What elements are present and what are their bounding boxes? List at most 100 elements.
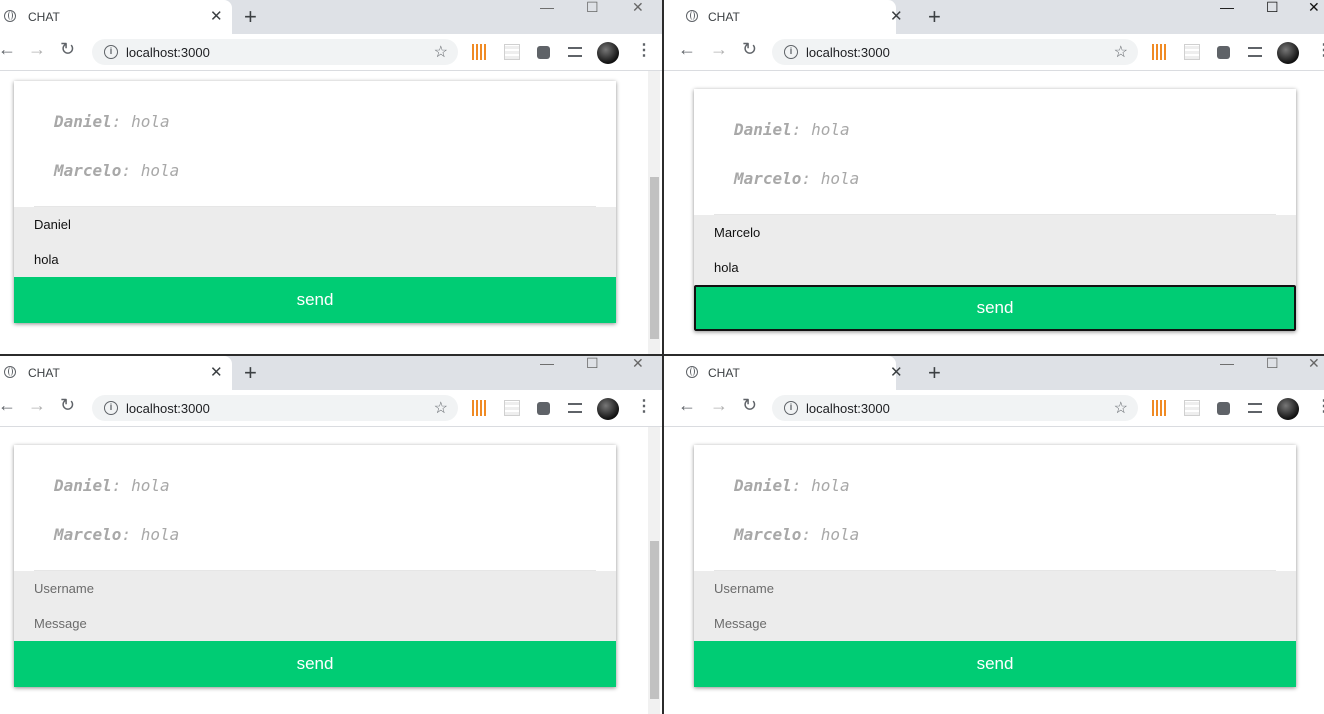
reading-list-icon[interactable]: [568, 47, 582, 57]
message-input[interactable]: hola: [14, 242, 616, 277]
reload-icon[interactable]: ↻: [742, 395, 757, 416]
reload-icon[interactable]: ↻: [60, 39, 75, 60]
avatar[interactable]: [1277, 398, 1299, 420]
username-input[interactable]: Marcelo: [694, 215, 1296, 250]
kebab-menu-icon[interactable]: ⋮: [1316, 396, 1324, 416]
tab-close-icon[interactable]: ✕: [210, 7, 223, 25]
kebab-menu-icon[interactable]: ⋮: [636, 40, 652, 60]
tab-chat[interactable]: CHAT ✕: [0, 0, 232, 34]
info-icon[interactable]: i: [784, 45, 798, 59]
forward-arrow-icon[interactable]: →: [28, 39, 46, 60]
address-bar[interactable]: i localhost:3000 ☆: [772, 39, 1138, 65]
maximize-button[interactable]: ☐: [1266, 356, 1279, 372]
scrollbar[interactable]: [648, 427, 660, 714]
message-input[interactable]: Message: [14, 606, 616, 641]
message-list: Daniel: hola Marcelo: hola: [694, 89, 1296, 215]
browser-toolbar: ← → ↻ i localhost:3000 ☆ ⋮: [664, 34, 1324, 71]
send-button[interactable]: send: [694, 285, 1296, 331]
window-close-button[interactable]: ✕: [632, 356, 644, 372]
extension-grid-icon[interactable]: [1184, 44, 1200, 60]
extensions-puzzle-icon[interactable]: [1217, 46, 1230, 59]
back-arrow-icon[interactable]: ←: [678, 395, 696, 416]
extensions-puzzle-icon[interactable]: [537, 46, 550, 59]
address-bar[interactable]: i localhost:3000 ☆: [772, 395, 1138, 421]
star-icon[interactable]: ☆: [434, 42, 448, 62]
info-icon[interactable]: i: [104, 401, 118, 415]
reload-icon[interactable]: ↻: [742, 39, 757, 60]
extensions-puzzle-icon[interactable]: [1217, 402, 1230, 415]
url-text[interactable]: localhost:3000: [806, 45, 890, 60]
maximize-button[interactable]: ☐: [586, 0, 599, 16]
scrollbar-thumb[interactable]: [650, 177, 659, 339]
back-arrow-icon[interactable]: ←: [678, 39, 696, 60]
extension-grid-icon[interactable]: [504, 400, 520, 416]
tab-chat[interactable]: CHAT ✕: [664, 356, 903, 390]
browser-toolbar: ← → ↻ i localhost:3000 ☆ ⋮: [0, 390, 662, 427]
extension-audio-icon[interactable]: [472, 400, 488, 416]
tab-close-icon[interactable]: ✕: [890, 363, 903, 381]
scrollbar-thumb[interactable]: [650, 541, 659, 699]
info-icon[interactable]: i: [784, 401, 798, 415]
extensions-puzzle-icon[interactable]: [537, 402, 550, 415]
window-close-button[interactable]: ✕: [632, 0, 644, 16]
avatar[interactable]: [597, 398, 619, 420]
send-button[interactable]: send: [14, 641, 616, 687]
reading-list-icon[interactable]: [1248, 403, 1262, 413]
minimize-button[interactable]: —: [540, 356, 554, 371]
reading-list-icon[interactable]: [1248, 47, 1262, 57]
url-text[interactable]: localhost:3000: [126, 401, 210, 416]
url-text[interactable]: localhost:3000: [806, 401, 890, 416]
extension-audio-icon[interactable]: [472, 44, 488, 60]
divider: [714, 214, 1276, 215]
forward-arrow-icon[interactable]: →: [28, 395, 46, 416]
username-input[interactable]: Username: [694, 571, 1296, 606]
extension-grid-icon[interactable]: [1184, 400, 1200, 416]
message-input[interactable]: hola: [694, 250, 1296, 285]
new-tab-button[interactable]: +: [928, 360, 941, 386]
avatar[interactable]: [597, 42, 619, 64]
username-input[interactable]: Username: [14, 571, 616, 606]
new-tab-button[interactable]: +: [244, 360, 257, 386]
minimize-button[interactable]: —: [1220, 0, 1234, 15]
minimize-button[interactable]: —: [540, 0, 554, 15]
message-input[interactable]: Message: [694, 606, 1296, 641]
window-close-button[interactable]: ✕: [1308, 356, 1320, 372]
address-bar[interactable]: i localhost:3000 ☆: [92, 39, 458, 65]
tab-chat[interactable]: CHAT ✕: [0, 356, 232, 390]
send-button[interactable]: send: [694, 641, 1296, 687]
reload-icon[interactable]: ↻: [60, 395, 75, 416]
forward-arrow-icon[interactable]: →: [710, 395, 728, 416]
reading-list-icon[interactable]: [568, 403, 582, 413]
tab-chat[interactable]: CHAT ✕: [664, 0, 903, 34]
forward-arrow-icon[interactable]: →: [710, 39, 728, 60]
star-icon[interactable]: ☆: [1114, 42, 1128, 62]
username-input[interactable]: Daniel: [14, 207, 616, 242]
maximize-button[interactable]: ☐: [586, 356, 599, 372]
scrollbar[interactable]: [648, 71, 660, 354]
star-icon[interactable]: ☆: [1114, 398, 1128, 418]
tab-close-icon[interactable]: ✕: [210, 363, 223, 381]
tab-close-icon[interactable]: ✕: [890, 7, 903, 25]
star-icon[interactable]: ☆: [434, 398, 448, 418]
window-divider-vertical: [662, 0, 664, 714]
new-tab-button[interactable]: +: [244, 4, 257, 30]
page-content: Daniel: hola Marcelo: hola Username Mess…: [664, 427, 1324, 714]
window-divider-horizontal: [0, 354, 1324, 356]
extension-audio-icon[interactable]: [1152, 400, 1168, 416]
minimize-button[interactable]: —: [1220, 356, 1234, 371]
maximize-button[interactable]: ☐: [1266, 0, 1279, 16]
address-bar[interactable]: i localhost:3000 ☆: [92, 395, 458, 421]
browser-toolbar: ← → ↻ i localhost:3000 ☆ ⋮: [664, 390, 1324, 427]
extension-grid-icon[interactable]: [504, 44, 520, 60]
back-arrow-icon[interactable]: ←: [0, 39, 16, 60]
window-close-button[interactable]: ✕: [1308, 0, 1320, 16]
avatar[interactable]: [1277, 42, 1299, 64]
send-button[interactable]: send: [14, 277, 616, 323]
kebab-menu-icon[interactable]: ⋮: [636, 396, 652, 416]
kebab-menu-icon[interactable]: ⋮: [1316, 40, 1324, 60]
back-arrow-icon[interactable]: ←: [0, 395, 16, 416]
new-tab-button[interactable]: +: [928, 4, 941, 30]
extension-audio-icon[interactable]: [1152, 44, 1168, 60]
info-icon[interactable]: i: [104, 45, 118, 59]
url-text[interactable]: localhost:3000: [126, 45, 210, 60]
